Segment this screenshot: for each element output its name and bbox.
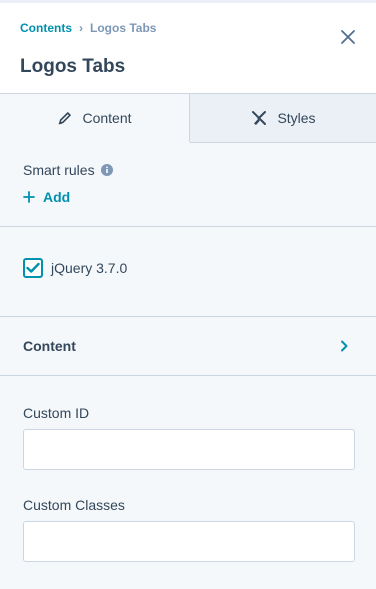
divider — [0, 226, 376, 227]
breadcrumb-current: Logos Tabs — [90, 21, 157, 35]
add-label: Add — [43, 189, 71, 205]
custom-id-input[interactable] — [23, 429, 355, 470]
content-section-label: Content — [23, 338, 76, 354]
custom-id-label: Custom ID — [23, 405, 90, 421]
tab-content[interactable]: Content — [0, 94, 190, 142]
tab-styles[interactable]: Styles — [190, 94, 376, 143]
panel-header: Contents › Logos Tabs Logos Tabs — [0, 3, 376, 93]
custom-classes-label: Custom Classes — [23, 497, 125, 513]
jquery-label: jQuery 3.7.0 — [51, 260, 128, 276]
jquery-checkbox-row[interactable]: jQuery 3.7.0 — [23, 258, 127, 278]
brush-icon — [252, 111, 267, 125]
pencil-icon — [59, 112, 72, 125]
close-button[interactable] — [338, 27, 358, 47]
page-title: Logos Tabs — [20, 56, 126, 77]
add-smart-rule-button[interactable]: Add — [23, 189, 70, 205]
content-section-row[interactable]: Content — [0, 317, 376, 374]
tab-styles-label: Styles — [277, 110, 316, 126]
divider — [0, 375, 376, 376]
tab-content-label: Content — [82, 110, 132, 126]
tab-bar: Content Styles — [0, 93, 376, 143]
close-icon — [341, 30, 355, 44]
smart-rules-text: Smart rules — [23, 162, 95, 178]
smart-rules-label: Smart rules — [23, 162, 113, 178]
breadcrumb-separator: › — [79, 21, 83, 35]
breadcrumb-contents-link[interactable]: Contents — [20, 21, 72, 35]
info-icon[interactable] — [100, 164, 113, 176]
sidebar-panel: Contents › Logos Tabs Logos Tabs Content — [0, 0, 376, 589]
breadcrumb: Contents › Logos Tabs — [20, 21, 156, 35]
jquery-checkbox[interactable] — [23, 258, 43, 278]
chevron-right-icon — [341, 340, 348, 352]
plus-icon — [23, 191, 35, 203]
custom-classes-input[interactable] — [23, 521, 355, 562]
checkmark-icon — [26, 262, 40, 273]
